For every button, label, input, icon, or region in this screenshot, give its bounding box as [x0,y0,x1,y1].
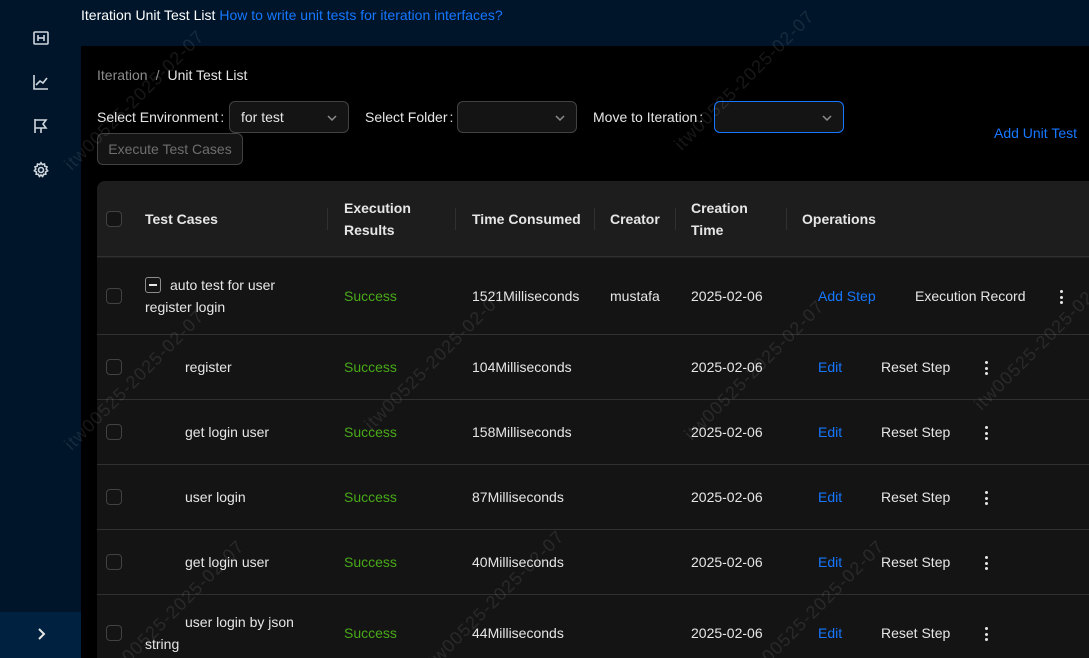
more-icon[interactable] [984,361,988,375]
edit-link[interactable]: Edit [818,551,842,573]
breadcrumb: Iteration / Unit Test List [97,67,247,83]
creation-time: 2025-02-06 [691,288,763,304]
col-time-consumed: Time Consumed [472,211,581,227]
col-creator: Creator [610,211,660,227]
collapse-icon[interactable] [145,277,161,293]
row-checkbox[interactable] [106,554,122,570]
reset-step-button[interactable]: Reset Step [881,622,950,644]
creation-time: 2025-02-06 [691,359,763,375]
column-divider [455,208,456,230]
creation-time: 2025-02-06 [691,625,763,641]
row-checkbox[interactable] [106,288,122,304]
column-divider [786,208,787,230]
edit-link[interactable]: Edit [818,486,842,508]
chevron-down-icon [821,111,833,123]
chevron-down-icon [326,111,338,123]
more-icon[interactable] [1059,290,1063,304]
creator: mustafa [610,288,660,304]
execution-result: Success [344,625,397,641]
folder-select[interactable] [457,101,577,133]
col-creation-time: Creation Time [691,200,748,238]
table-row[interactable]: get login user Success 158Milliseconds 2… [97,400,1089,465]
row-checkbox[interactable] [106,625,122,641]
table-row[interactable]: get login user Success 40Milliseconds 20… [97,530,1089,595]
dashboard-icon[interactable] [31,28,51,48]
more-icon[interactable] [984,556,988,570]
time-consumed: 158Milliseconds [472,424,572,440]
creation-time: 2025-02-06 [691,489,763,505]
time-consumed: 44Milliseconds [472,625,564,641]
table-row[interactable]: register Success 104Milliseconds 2025-02… [97,335,1089,400]
execution-result: Success [344,359,397,375]
column-divider [594,208,595,230]
table-header: Test Cases Execution Results Time Consume… [97,181,1089,257]
column-divider [675,208,676,230]
reset-step-button[interactable]: Reset Step [881,356,950,378]
environment-value: for test [241,109,284,125]
add-step-link[interactable]: Add Step [818,285,876,307]
reset-step-button[interactable]: Reset Step [881,421,950,443]
breadcrumb-iteration[interactable]: Iteration [97,67,148,83]
test-case-name: get login user [185,554,270,570]
col-execution-results: Execution Results [344,200,411,238]
page-header: Iteration Unit Test List How to write uni… [81,0,1089,46]
time-consumed: 1521Milliseconds [472,288,580,304]
execution-result: Success [344,288,397,304]
reset-step-button[interactable]: Reset Step [881,551,950,573]
edit-link[interactable]: Edit [818,622,842,644]
execution-result: Success [344,424,397,440]
environment-select[interactable]: for test [229,101,349,133]
header-title-text: Iteration Unit Test List [81,7,216,23]
row-checkbox[interactable] [106,489,122,505]
breadcrumb-current: Unit Test List [167,67,248,83]
col-operations: Operations [802,211,876,227]
more-icon[interactable] [984,426,988,440]
test-case-name: user login [185,489,246,505]
main-content: Iteration / Unit Test List Select Environm… [81,46,1089,658]
test-case-name: register [185,359,232,375]
test-case-name: auto test for user register login [145,277,276,315]
test-case-table: Test Cases Execution Results Time Consume… [97,181,1089,658]
more-icon[interactable] [984,491,988,505]
add-unit-test-link[interactable]: Add Unit Test [994,125,1077,141]
test-case-name: user login by json string [145,614,294,652]
table-row[interactable]: auto test for user register login Success… [97,258,1089,335]
time-consumed: 104Milliseconds [472,359,572,375]
time-consumed: 87Milliseconds [472,489,564,505]
execute-test-cases-button[interactable]: Execute Test Cases [97,133,243,165]
more-icon[interactable] [984,627,988,641]
header-title: Iteration Unit Test List How to write uni… [81,7,503,23]
col-test-cases: Test Cases [145,211,218,227]
select-all-checkbox[interactable] [106,211,122,227]
table-row[interactable]: user login by json string Success 44Milli… [97,595,1089,658]
breadcrumb-separator: / [155,67,160,83]
execution-record-button[interactable]: Execution Record [915,285,1026,307]
creation-time: 2025-02-06 [691,554,763,570]
sidebar [0,0,81,658]
execution-result: Success [344,489,397,505]
test-case-name: get login user [185,424,270,440]
help-link[interactable]: How to write unit tests for iteration in… [219,7,502,23]
iteration-label: Move to Iteration: [593,109,704,125]
creation-time: 2025-02-06 [691,424,763,440]
edit-link[interactable]: Edit [818,421,842,443]
row-checkbox[interactable] [106,359,122,375]
iteration-select[interactable] [714,101,844,133]
column-divider [327,208,328,230]
execution-result: Success [344,554,397,570]
chart-icon[interactable] [31,72,51,92]
edit-link[interactable]: Edit [818,356,842,378]
chevron-down-icon [554,111,566,123]
table-row[interactable]: user login Success 87Milliseconds 2025-0… [97,465,1089,530]
time-consumed: 40Milliseconds [472,554,564,570]
environment-label: Select Environment: [97,109,225,125]
reset-step-button[interactable]: Reset Step [881,486,950,508]
sidebar-collapse-button[interactable] [0,612,81,658]
settings-icon[interactable] [31,160,51,180]
chevron-right-icon [34,627,48,644]
row-checkbox[interactable] [106,424,122,440]
flag-icon[interactable] [31,116,51,136]
folder-label: Select Folder: [365,109,454,125]
